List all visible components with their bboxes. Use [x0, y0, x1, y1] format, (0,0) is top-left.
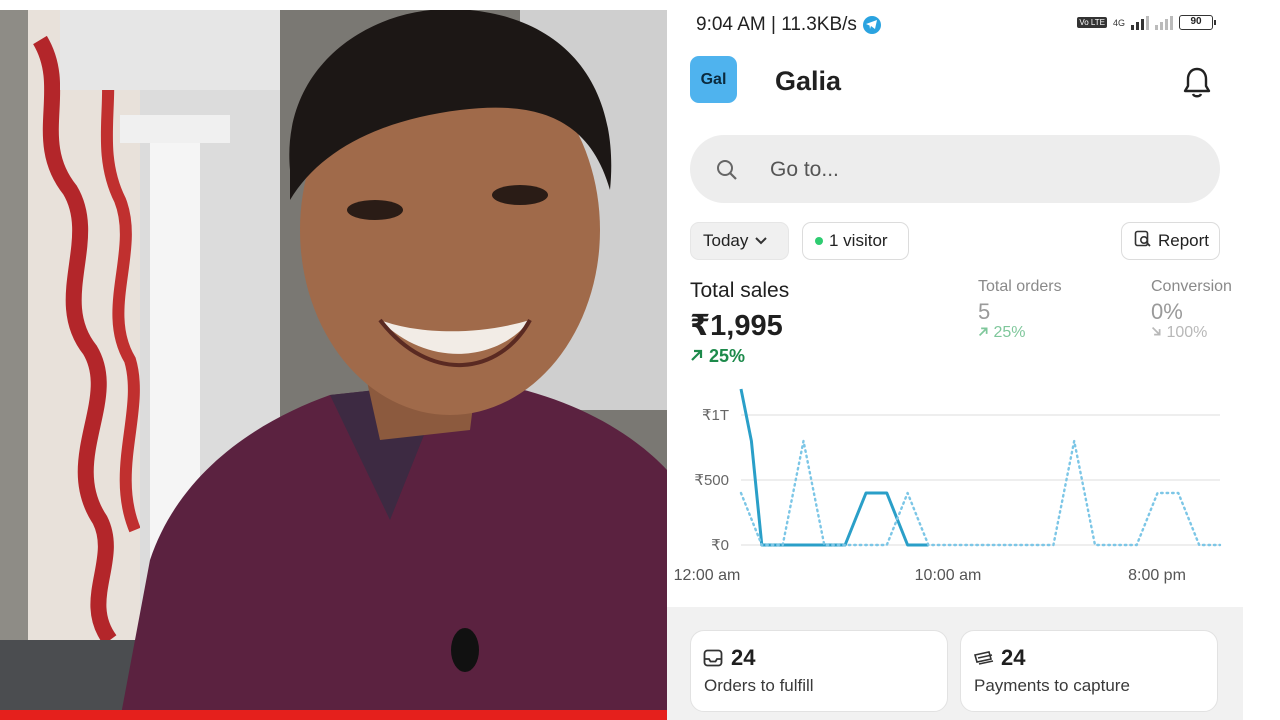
page-margin — [1243, 0, 1280, 720]
series-line-comparison — [739, 439, 1222, 547]
payment-icon — [973, 649, 995, 672]
orders-to-fulfill-count: 24 — [731, 645, 756, 670]
date-range-dropdown[interactable]: Today — [690, 222, 789, 260]
status-bar-right: Vo LTE 4G 90 — [1077, 15, 1216, 30]
date-range-label: Today — [703, 231, 749, 250]
orders-to-fulfill-card[interactable]: 24 Orders to fulfill — [690, 630, 948, 712]
total-sales-value: ₹1,995 — [690, 310, 783, 342]
frame-border — [0, 0, 667, 10]
signal-icon — [1131, 15, 1149, 30]
y-tick-label: ₹0 — [711, 537, 729, 554]
sales-chart[interactable]: ₹0 ₹500 ₹1T 12:00 am 10:00 am 8:00 pm — [667, 385, 1243, 595]
chart-x-ticks: 12:00 am 10:00 am 8:00 pm — [674, 567, 1186, 584]
conversion-change-value: 100% — [1166, 324, 1208, 341]
arrow-up-right-icon — [978, 327, 988, 337]
chart-grid — [741, 414, 1220, 546]
conversion-value: 0% — [1151, 299, 1183, 324]
arrow-down-right-icon — [1151, 326, 1161, 336]
search-placeholder: Go to... — [770, 158, 839, 181]
live-dot-icon — [815, 237, 823, 245]
report-search-icon — [1134, 230, 1152, 253]
total-sales-change-value: 25% — [709, 346, 746, 366]
status-bar-left: 9:04 AM | 11.3KB/s — [696, 14, 881, 36]
bell-icon[interactable] — [1182, 66, 1212, 103]
volte-badge: Vo LTE — [1077, 17, 1107, 28]
conversion-change: 100% — [1151, 324, 1207, 342]
orders-to-fulfill-label: Orders to fulfill — [704, 676, 814, 695]
payments-to-capture-card[interactable]: 24 Payments to capture — [960, 630, 1218, 712]
phone-screen: 9:04 AM | 11.3KB/s Vo LTE 4G 90 Gal Gali… — [667, 0, 1243, 720]
y-tick-label: ₹1T — [702, 407, 729, 424]
search-icon — [716, 159, 738, 186]
total-orders-label[interactable]: Total orders — [978, 278, 1062, 296]
conversion-label[interactable]: Conversion — [1151, 278, 1232, 296]
x-tick-label: 10:00 am — [915, 567, 982, 584]
total-orders-change-value: 25% — [993, 324, 1026, 341]
webcam-feed — [0, 0, 667, 720]
live-visitors-chip[interactable]: 1 visitor — [802, 222, 909, 260]
y-tick-label: ₹500 — [694, 472, 729, 489]
webcam-image — [0, 0, 667, 720]
x-tick-label: 12:00 am — [674, 567, 741, 584]
total-sales-label[interactable]: Total sales — [690, 279, 789, 303]
store-logo[interactable]: Gal — [690, 56, 737, 103]
arrow-up-right-icon — [691, 349, 703, 361]
network-type: 4G — [1112, 17, 1125, 28]
telegram-icon — [862, 16, 881, 34]
total-orders-change: 25% — [978, 324, 1025, 342]
payments-to-capture-label: Payments to capture — [974, 676, 1130, 695]
x-tick-label: 8:00 pm — [1128, 567, 1186, 584]
total-orders-value: 5 — [978, 299, 991, 324]
report-button[interactable]: Report — [1121, 222, 1220, 260]
signal-icon-2 — [1155, 15, 1173, 30]
battery-icon: 90 — [1179, 15, 1216, 30]
chart-series — [739, 388, 1222, 547]
store-name[interactable]: Galia — [775, 66, 841, 97]
visitors-label: 1 visitor — [829, 231, 888, 250]
status-time-speed: 9:04 AM | 11.3KB/s — [696, 14, 857, 35]
inbox-icon — [703, 649, 723, 672]
progress-bar — [0, 710, 667, 720]
series-line-today — [739, 388, 929, 547]
search-bar[interactable]: Go to... — [690, 135, 1220, 203]
payments-to-capture-count: 24 — [1001, 645, 1026, 670]
total-sales-change: 25% — [690, 346, 745, 367]
chevron-down-icon — [754, 231, 768, 251]
chart-y-ticks: ₹0 ₹500 ₹1T — [694, 407, 729, 554]
report-label: Report — [1158, 231, 1210, 250]
